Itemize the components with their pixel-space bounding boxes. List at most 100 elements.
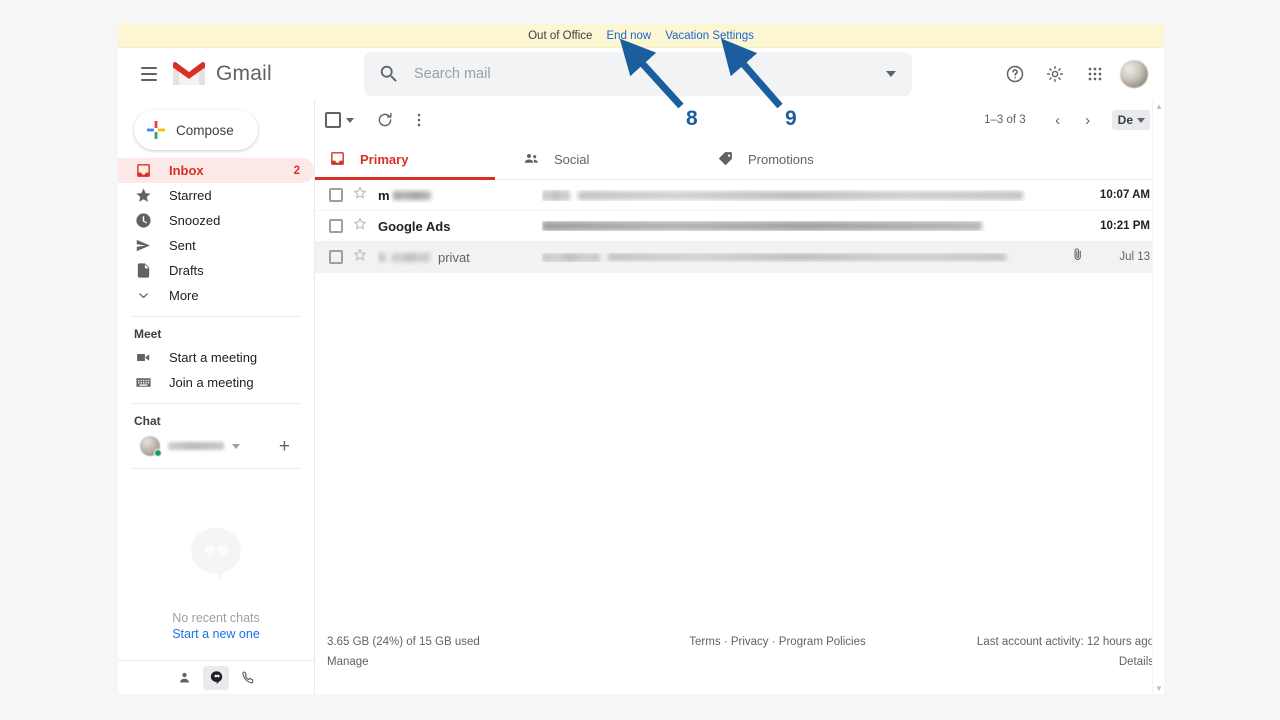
apps-grid-icon[interactable] [1080,59,1110,89]
subject-label-redacted [542,189,570,201]
sidebar-item-inbox[interactable]: Inbox 2 [118,158,314,183]
chevron-down-icon [134,287,152,305]
keyboard-icon [134,374,152,392]
chat-empty-title: No recent chats [172,611,260,625]
main-menu-icon[interactable] [132,57,166,91]
sidebar-divider [132,316,300,317]
scroll-up-arrow-icon[interactable]: ▲ [1153,100,1164,112]
sidebar-item-snoozed[interactable]: Snoozed [118,208,314,233]
sidebar-item-drafts[interactable]: Drafts [118,258,314,283]
subject-redacted [542,221,982,231]
tab-primary[interactable]: Primary [315,140,509,180]
tab-label: Social [554,152,590,167]
avatar[interactable] [1120,60,1148,88]
input-tool-label: De [1117,113,1133,127]
attachment-icon [1070,247,1088,267]
subject-redacted [578,190,1023,200]
new-chat-plus-icon[interactable]: + [279,437,302,456]
tag-icon [717,150,734,170]
storage-info: 3.65 GB (24%) of 15 GB used Manage [321,636,631,668]
email-subject [542,252,1070,262]
gear-icon[interactable] [1040,59,1070,89]
star-icon[interactable] [352,247,368,268]
annotation-number-9: 9 [785,107,797,130]
row-checkbox[interactable] [329,219,343,233]
star-icon[interactable] [352,185,368,206]
vacation-banner-message: Out of Office [528,29,593,42]
sidebar: Compose Inbox 2 Starred Snoozed Sent Dra… [118,100,314,694]
tab-label: Promotions [748,152,814,167]
hangouts-quote-icon [185,523,247,585]
vertical-scrollbar[interactable]: ▲ ▼ [1152,100,1164,694]
sender-redacted-2 [392,252,430,262]
tab-promotions[interactable]: Promotions [703,140,897,179]
gmail-brand: Gmail [170,60,356,88]
subject-label-redacted [542,252,600,262]
table-row[interactable]: m 10:07 AM [315,180,1164,211]
legal-separator-2: · [771,636,776,648]
inbox-unread-count: 2 [293,164,300,177]
search-bar[interactable] [364,52,912,96]
sidebar-item-starred[interactable]: Starred [118,183,314,208]
terms-link[interactable]: Terms [689,636,720,648]
scroll-down-arrow-icon[interactable]: ▼ [1153,682,1164,694]
end-now-link[interactable]: End now [606,30,651,42]
email-sender-text: m [378,187,390,203]
sidebar-item-label: Sent [169,238,196,253]
sidebar-divider-2 [132,403,300,404]
email-sender-text: Google Ads [378,218,451,234]
chat-bottom-bar [118,660,314,694]
tab-social[interactable]: Social [509,140,703,179]
privacy-link[interactable]: Privacy [731,636,769,648]
compose-label: Compose [176,122,234,138]
chat-start-new-link[interactable]: Start a new one [118,627,314,641]
meet-section-title: Meet [134,327,162,341]
mail-toolbar: 1–3 of 3 ‹ › De [315,100,1164,140]
clock-icon [134,212,152,230]
row-checkbox[interactable] [329,250,343,264]
sidebar-item-label: Drafts [169,263,204,278]
star-icon[interactable] [352,216,368,237]
table-row[interactable]: privat Jul 13 [315,242,1164,273]
app-body: Compose Inbox 2 Starred Snoozed Sent Dra… [118,100,1164,694]
sidebar-item-start-meeting[interactable]: Start a meeting [118,345,314,370]
plus-icon [146,120,166,140]
chevron-left-icon[interactable]: ‹ [1044,106,1072,134]
search-options-icon[interactable] [886,71,896,77]
sidebar-item-join-meeting[interactable]: Join a meeting [118,370,314,395]
chat-empty-state: No recent chats Start a new one [118,523,314,641]
table-row[interactable]: Google Ads 10:21 PM [315,211,1164,242]
sidebar-item-sent[interactable]: Sent [118,233,314,258]
sidebar-item-label: Starred [169,188,212,203]
select-all-chevron-down-icon[interactable] [346,117,354,123]
vacation-settings-link[interactable]: Vacation Settings [665,30,754,42]
email-sender: privat [378,250,528,265]
input-tool-button[interactable]: De [1111,110,1150,130]
email-sender: m [378,188,528,203]
sidebar-item-more[interactable]: More [118,283,314,308]
activity-details-link[interactable]: Details [924,656,1154,668]
manage-storage-link[interactable]: Manage [327,656,631,668]
select-all-checkbox[interactable] [325,112,341,128]
phone-icon[interactable] [235,666,261,690]
hangouts-chat-icon[interactable] [203,665,229,690]
search-icon [378,63,400,85]
chevron-right-icon[interactable]: › [1074,106,1102,134]
chat-self-row[interactable]: + [118,432,314,460]
top-bar: Gmail [118,48,1164,100]
send-icon [134,237,152,255]
refresh-icon[interactable] [368,103,402,137]
program-policies-link[interactable]: Program Policies [779,636,866,648]
row-checkbox[interactable] [329,188,343,202]
more-vertical-icon[interactable] [402,103,436,137]
contacts-icon[interactable] [171,666,197,690]
input-tool-chevron-down-icon[interactable] [1137,117,1145,123]
email-sender: Google Ads [378,219,528,234]
sidebar-item-label: Join a meeting [169,375,254,390]
compose-button[interactable]: Compose [134,110,258,150]
tab-label: Primary [360,152,409,167]
help-icon[interactable] [1000,59,1030,89]
page-range: 1–3 of 3 [984,114,1026,126]
search-input[interactable] [414,66,886,82]
chat-status-chevron-down-icon[interactable] [232,443,240,449]
